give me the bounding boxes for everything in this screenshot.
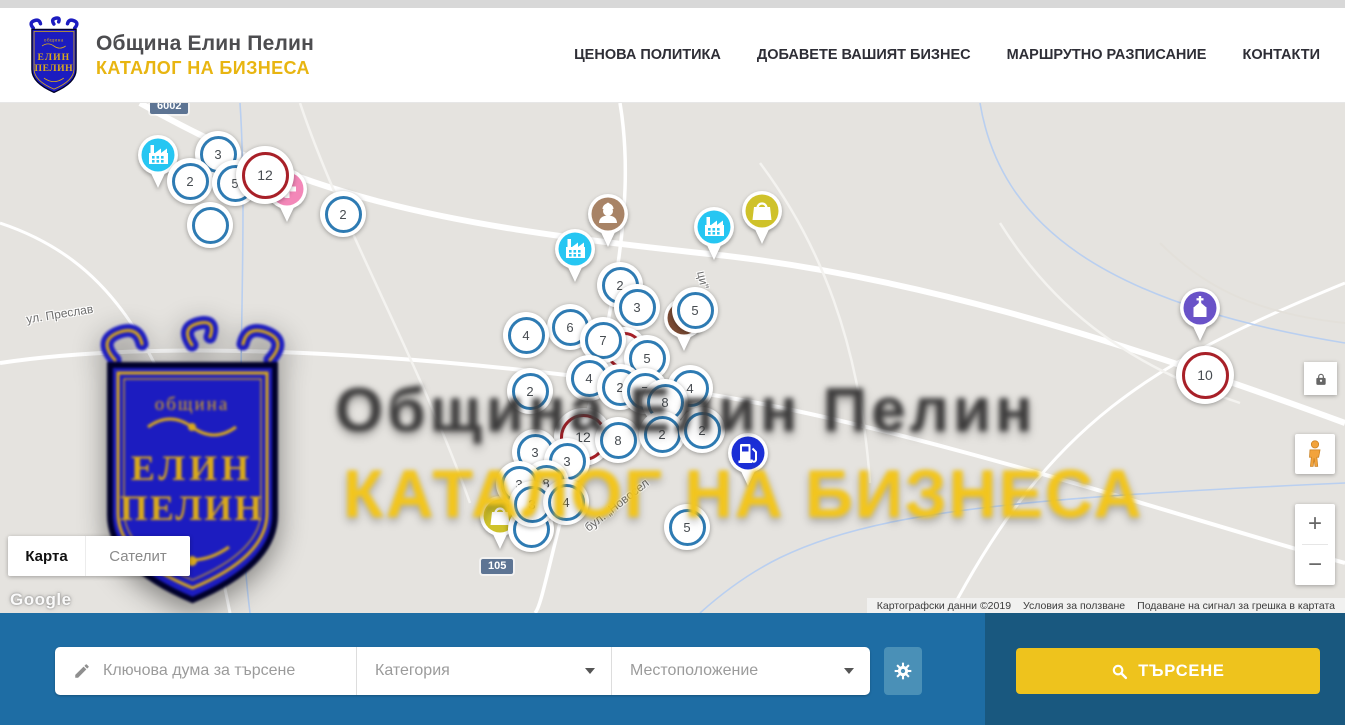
nav-item-add-business[interactable]: ДОБАВЕТЕ ВАШИЯТ БИЗНЕС — [757, 47, 971, 63]
svg-text:ЕЛИН: ЕЛИН — [37, 52, 70, 63]
gear-icon — [893, 661, 913, 681]
cluster-count: 6 — [566, 320, 573, 335]
site-logo[interactable]: община ЕЛИН ПЕЛИН Община Елин Пелин КАТА… — [25, 16, 314, 95]
svg-text:ПЕЛИН: ПЕЛИН — [120, 488, 264, 528]
cluster-count: 3 — [214, 147, 221, 162]
logo-subtitle: КАТАЛОГ НА БИЗНЕСА — [96, 58, 314, 79]
cluster-ring: 3 — [619, 289, 656, 326]
location-dropdown[interactable]: Местоположение — [612, 647, 870, 695]
search-fields: Категория Местоположение — [55, 647, 870, 695]
attribution-copyright: Картографски данни ©2019 — [871, 600, 1017, 612]
cluster-count: 2 — [186, 174, 193, 189]
cluster-ring: 4 — [508, 317, 545, 354]
map-pin-marker-factory[interactable] — [690, 203, 738, 268]
nav-item-pricing[interactable]: ЦЕНОВА ПОЛИТИКА — [574, 47, 721, 63]
attribution-report-link[interactable]: Подаване на сигнал за грешка в картата — [1131, 600, 1341, 612]
search-button[interactable]: ТЪРСЕНЕ — [1016, 648, 1320, 694]
map-type-satellite-button[interactable]: Сателит — [85, 536, 190, 576]
factory-icon — [551, 225, 599, 285]
site-header: община ЕЛИН ПЕЛИН Община Елин Пелин КАТА… — [0, 8, 1345, 103]
church-icon — [1176, 284, 1224, 344]
google-logo[interactable]: Google — [10, 590, 72, 610]
watermark-subtitle: КАТАЛОГ НА БИЗНЕСА — [343, 455, 1205, 533]
advanced-search-button[interactable] — [884, 647, 922, 695]
pencil-icon — [73, 662, 91, 680]
zoom-out-button[interactable]: − — [1295, 545, 1335, 585]
zoom-control: + − — [1295, 504, 1335, 585]
cluster-count: 12 — [257, 167, 273, 183]
map-type-toggle: Карта Сателит — [8, 536, 190, 576]
caret-down-icon — [844, 668, 854, 674]
cluster-count: 7 — [599, 333, 606, 348]
bag-icon — [738, 187, 786, 247]
cluster-count: 2 — [339, 207, 346, 222]
map-cluster-marker[interactable]: 3 — [614, 284, 660, 330]
map-cluster-marker[interactable]: 2 — [167, 158, 213, 204]
main-nav: ЦЕНОВА ПОЛИТИКА ДОБАВЕТЕ ВАШИЯТ БИЗНЕС М… — [538, 47, 1320, 63]
cluster-count: 5 — [691, 303, 698, 318]
page: община ЕЛИН ПЕЛИН Община Елин Пелин КАТА… — [0, 0, 1345, 725]
watermark-title: Община Елин Пелин — [335, 375, 1215, 446]
logo-text: Община Елин Пелин КАТАЛОГ НА БИЗНЕСА — [96, 32, 314, 79]
search-icon — [1111, 663, 1128, 680]
cluster-ring: 2 — [172, 163, 209, 200]
lock-icon — [1314, 372, 1328, 386]
svg-text:община: община — [44, 36, 64, 43]
factory-icon — [690, 203, 738, 263]
municipality-crest-icon: община ЕЛИН ПЕЛИН — [25, 16, 83, 95]
search-bar: Категория Местоположение — [0, 613, 1345, 725]
map-pin-marker-bag[interactable] — [738, 187, 786, 252]
map-cluster-marker[interactable]: 2 — [320, 191, 366, 237]
nav-item-contacts[interactable]: КОНТАКТИ — [1242, 47, 1320, 63]
page-top-strip — [0, 0, 1345, 8]
cluster-ring: 12 — [242, 152, 289, 199]
map-pin-marker-church[interactable] — [1176, 284, 1224, 349]
logo-title: Община Елин Пелин — [96, 32, 314, 56]
zoom-in-button[interactable]: + — [1295, 504, 1335, 544]
map-canvas[interactable]: 6002105 ул. Преславбул. „Новоселци" 3251… — [0, 103, 1345, 613]
cluster-count: 4 — [522, 328, 529, 343]
svg-text:община: община — [155, 394, 230, 415]
keyword-input[interactable] — [103, 662, 333, 680]
map-type-map-button[interactable]: Карта — [8, 536, 85, 576]
cluster-count: 3 — [633, 300, 640, 315]
keyword-field — [55, 647, 357, 695]
location-dropdown-value: Местоположение — [630, 662, 758, 680]
caret-down-icon — [585, 668, 595, 674]
map-attribution: Картографски данни ©2019 Условия за полз… — [867, 598, 1345, 613]
map-cluster-marker[interactable]: 4 — [503, 312, 549, 358]
svg-text:ЕЛИН: ЕЛИН — [131, 448, 253, 488]
cluster-ring: 2 — [325, 196, 362, 233]
lock-button[interactable] — [1304, 362, 1337, 395]
cluster-ring: 7 — [585, 322, 622, 359]
map-cluster-marker[interactable]: 5 — [672, 287, 718, 333]
category-dropdown[interactable]: Категория — [357, 647, 612, 695]
pegman-button[interactable] — [1295, 434, 1335, 474]
map-pin-marker-factory[interactable] — [551, 225, 599, 290]
svg-text:ПЕЛИН: ПЕЛИН — [35, 62, 74, 73]
map-cluster-marker[interactable]: 12 — [236, 146, 294, 204]
cluster-ring: 5 — [677, 292, 714, 329]
attribution-terms-link[interactable]: Условия за ползване — [1017, 600, 1131, 612]
pegman-icon — [1304, 439, 1326, 469]
cluster-count: 5 — [643, 351, 650, 366]
category-dropdown-value: Категория — [375, 662, 450, 680]
search-button-label: ТЪРСЕНЕ — [1138, 662, 1224, 681]
map-cluster-marker[interactable] — [187, 202, 233, 248]
nav-item-bus-schedule[interactable]: МАРШРУТНО РАЗПИСАНИЕ — [1007, 47, 1207, 63]
cluster-ring — [192, 207, 229, 244]
